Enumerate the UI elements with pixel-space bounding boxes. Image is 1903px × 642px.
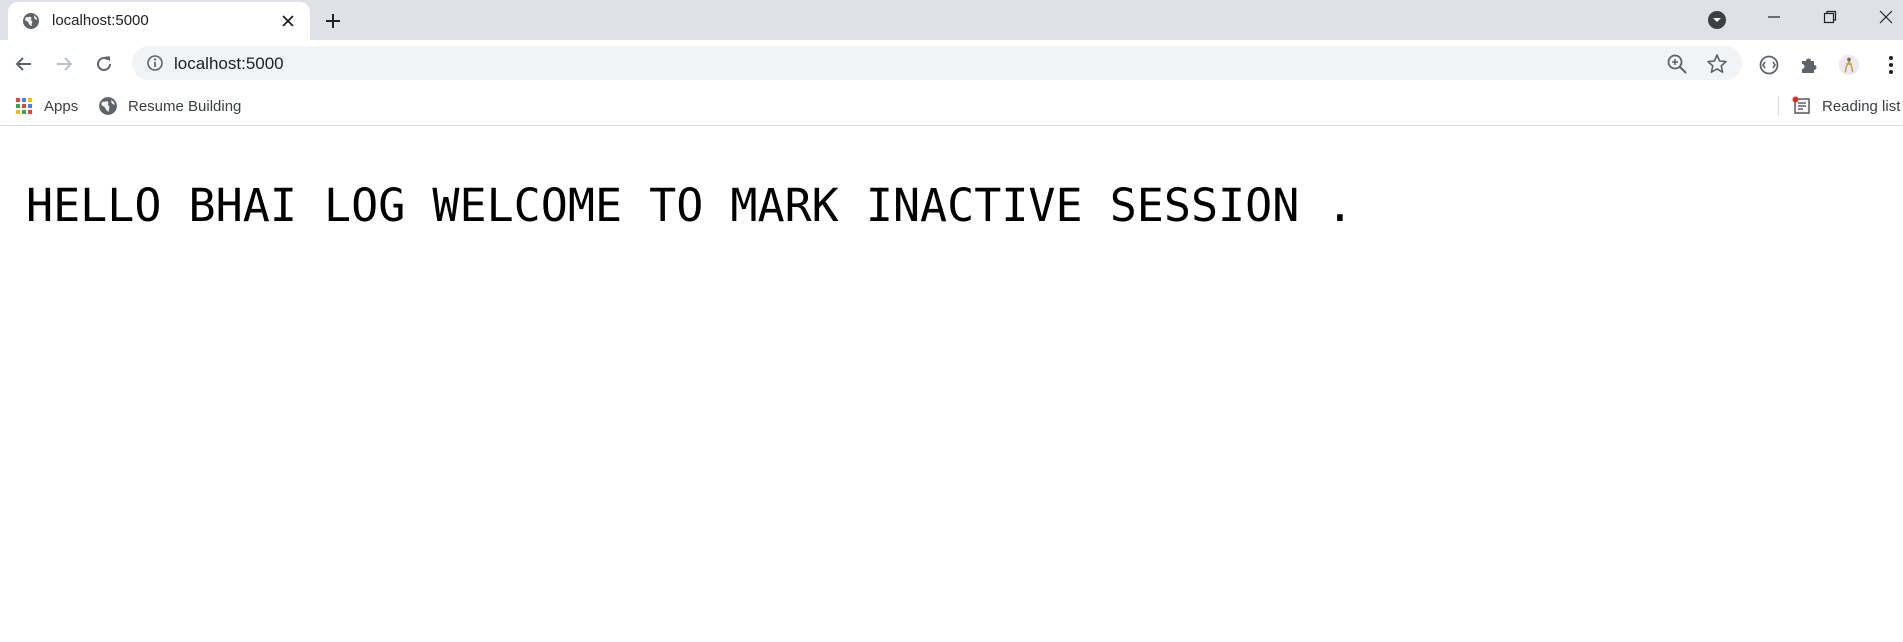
- browser-tab-active[interactable]: localhost:5000: [8, 2, 310, 40]
- page-viewport: HELLO BHAI LOG WELCOME TO MARK INACTIVE …: [0, 127, 1903, 642]
- address-bar[interactable]: localhost:5000: [132, 46, 1742, 80]
- bookmark-apps-label: Apps: [44, 97, 79, 115]
- globe-icon: [22, 12, 40, 30]
- browser-toolbar: localhost:5000: [0, 40, 1903, 86]
- close-tab-icon[interactable]: [278, 11, 298, 31]
- reading-list-button[interactable]: Reading list: [1792, 94, 1900, 118]
- new-tab-plus-icon[interactable]: [320, 8, 346, 34]
- bookmark-apps[interactable]: Apps: [14, 94, 78, 118]
- bookmark-resume-building[interactable]: Resume Building: [98, 94, 241, 118]
- url-text[interactable]: localhost:5000: [174, 54, 284, 74]
- globe-icon: [98, 96, 118, 116]
- site-info-icon[interactable]: [146, 54, 164, 72]
- tab-strip: localhost:5000: [0, 0, 1903, 40]
- extension-icon[interactable]: [1758, 54, 1780, 76]
- more-vert-menu-icon[interactable]: [1880, 54, 1902, 76]
- back-arrow-icon[interactable]: [8, 48, 40, 80]
- reading-list-icon: [1792, 96, 1812, 116]
- profile-avatar-icon[interactable]: [1838, 54, 1860, 76]
- bookmarks-bar: Apps Resume Building Reading list: [0, 86, 1903, 126]
- restore-window-icon[interactable]: [1802, 0, 1858, 34]
- apps-grid-icon: [14, 96, 34, 116]
- zoom-icon[interactable]: [1666, 53, 1688, 75]
- minimize-icon[interactable]: [1746, 0, 1802, 34]
- reload-icon[interactable]: [88, 48, 120, 80]
- extensions-puzzle-icon[interactable]: [1798, 54, 1820, 76]
- bookmark-star-icon[interactable]: [1706, 53, 1728, 75]
- tab-title: localhost:5000: [52, 12, 149, 29]
- tab-search-chevron-icon[interactable]: [1706, 9, 1728, 31]
- page-heading: HELLO BHAI LOG WELCOME TO MARK INACTIVE …: [26, 179, 1354, 232]
- bookmark-resume-building-label: Resume Building: [128, 97, 242, 115]
- reading-list-label: Reading list: [1822, 97, 1901, 115]
- bookmarks-divider: [1778, 96, 1779, 116]
- close-window-icon[interactable]: [1858, 0, 1903, 34]
- forward-arrow-icon[interactable]: [48, 48, 80, 80]
